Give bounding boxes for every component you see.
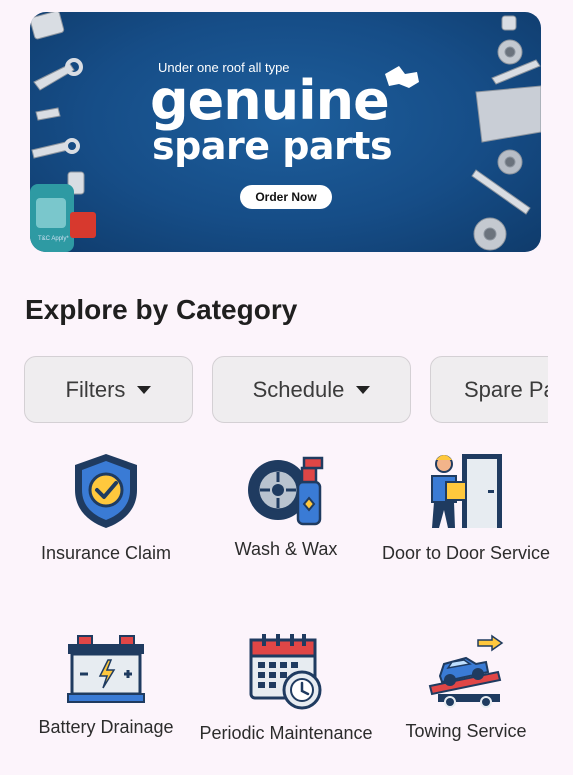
category-insurance-claim[interactable]: Insurance Claim	[16, 452, 196, 567]
section-title: Explore by Category	[25, 294, 298, 325]
category-label: Towing Service	[405, 721, 527, 741]
category-label: Periodic Maintenance	[199, 723, 373, 743]
order-now-button[interactable]: Order Now	[240, 185, 332, 209]
caret-down-icon	[137, 385, 152, 394]
tow-truck-icon	[428, 634, 504, 708]
tire-spray-icon	[248, 456, 324, 526]
delivery-door-icon	[431, 454, 502, 528]
schedule-chip[interactable]: Schedule	[212, 356, 411, 423]
caret-down-icon	[356, 385, 371, 394]
shield-check-icon	[75, 454, 137, 528]
category-periodic-maintenance[interactable]: Periodic Maintenance	[196, 632, 376, 747]
category-towing-service[interactable]: Towing Service	[376, 632, 556, 745]
category-label: Battery Drainage	[38, 717, 174, 737]
spare-parts-chip[interactable]: Spare Parts	[430, 356, 548, 423]
filters-chip-label: Filters	[65, 376, 126, 402]
calendar-clock-icon	[249, 634, 322, 710]
battery-icon	[67, 635, 145, 703]
category-label: Wash & Wax	[234, 539, 338, 559]
category-wash-wax[interactable]: Wash & Wax	[196, 452, 376, 563]
schedule-chip-label: Schedule	[252, 376, 345, 402]
promo-banner[interactable]: Under one roof all type genuine spare pa…	[30, 12, 541, 252]
category-door-to-door[interactable]: Door to Door Service	[376, 452, 556, 567]
banner-fine-print: T&C Apply*	[38, 236, 69, 242]
spare-parts-chip-label: Spare Parts	[464, 376, 548, 402]
category-label: Door to Door Service	[381, 543, 551, 563]
banner-subtitle: spare parts	[152, 124, 393, 168]
filters-chip[interactable]: Filters	[24, 356, 193, 423]
filter-chip-row: Filters Schedule Spare Parts	[0, 356, 548, 424]
banner-title: genuine	[150, 69, 390, 132]
category-label: Insurance Claim	[40, 543, 172, 563]
category-battery-drainage[interactable]: Battery Drainage	[16, 632, 196, 741]
